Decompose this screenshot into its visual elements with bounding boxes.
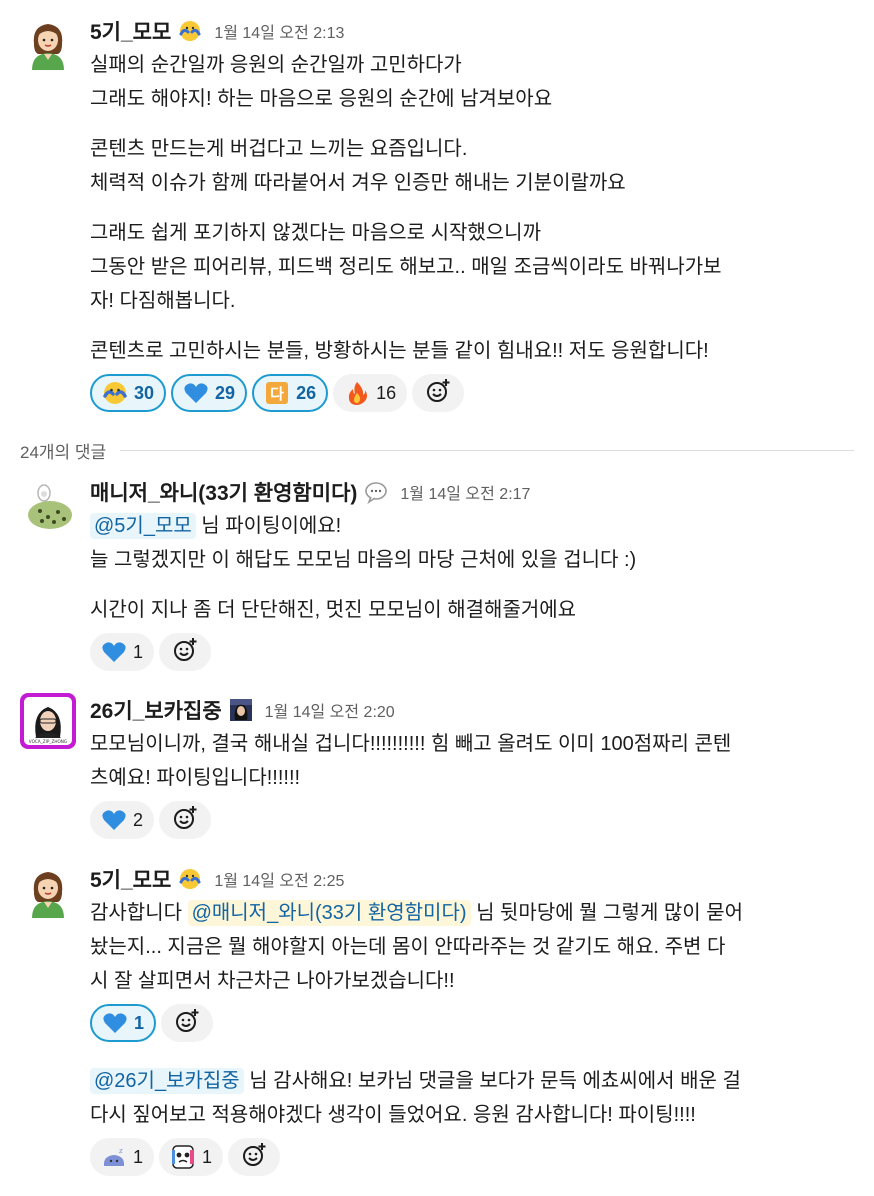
message-text: 감사합니다 @매니저_와니(33기 환영함미다) 님 뒷마당에 뭘 그렇게 많이… [90,896,854,998]
reply-count-divider: 24개의 댓글 [20,438,854,462]
message-line: 츠예요! 파이팅입니다!!!!!! [90,767,301,789]
message-text-span: 감사합니다 [90,902,188,924]
message-line: 모모님이니까, 결국 해내실 겁니다!!!!!!!!!! 힘 빼고 올려도 이미… [90,733,732,755]
author-name[interactable]: 매니저_와니(33기 환영함미다) [90,477,357,507]
timestamp[interactable]: 1월 14일 오전 2:17 [400,480,530,504]
reaction-blue-heart[interactable]: 29 [171,374,248,412]
hug-face-emoji-icon [102,380,128,406]
avatar[interactable] [20,862,76,918]
message-text: 실패의 순간일까 응원의 순간일까 고민하다가 그래도 해야지! 하는 마음으로… [90,48,854,368]
reaction-count: 1 [133,1146,144,1167]
message-text-span: 님 감사해요! 보카님 댓글을 보다가 문득 에쵸씨에서 배운 걸 [243,1070,741,1092]
add-reaction-icon [425,378,451,409]
user-mention[interactable]: @5기_모모 [90,513,196,539]
avatar[interactable]: VOCA_ZIP_ZHONG [20,693,76,749]
message-text: @26기_보카집중 님 감사해요! 보카님 댓글을 보다가 문득 에쵸씨에서 배… [90,1064,854,1132]
thread-view: 5기_모모 1월 14일 오전 2:13 실패의 순간일까 응원의 순간일까 고… [0,0,874,1196]
reaction-count: 1 [202,1146,213,1167]
reaction-bar: 2 [90,801,854,839]
sleepy-blob-emoji-icon: z [101,1144,127,1170]
message-text-span: 님 파이팅이에요! [195,515,342,537]
add-reaction-button[interactable] [159,801,212,839]
message-text: @5기_모모 님 파이팅이에요! 늘 그렇겠지만 이 해답도 모모님 마음의 마… [90,509,854,627]
author-name[interactable]: 26기_보카집중 [90,695,222,725]
reaction-bar: 30 29 다 26 16 [90,374,854,412]
da-letter-emoji-icon: 다 [264,380,290,406]
reaction-blue-heart[interactable]: 2 [90,801,155,839]
reaction-sleepy-blob[interactable]: z 1 [90,1138,155,1176]
reaction-count: 16 [376,382,397,403]
blue-heart-emoji-icon [101,807,127,833]
blue-heart-emoji-icon [183,380,209,406]
divider-line [120,449,854,451]
add-reaction-button[interactable] [159,633,212,671]
message-line: 시 잘 살피면서 차근차근 나아가보겠습니다!! [90,970,455,992]
add-reaction-icon [172,637,198,668]
reaction-count: 2 [133,809,144,830]
user-mention[interactable]: @26기_보카집중 [90,1068,244,1094]
message-line: 실패의 순간일까 응원의 순간일까 고민하다가 [90,54,462,76]
reaction-hug-face[interactable]: 30 [90,374,167,412]
message-line: 그동안 받은 피어리뷰, 피드백 정리도 해보고.. 매일 조금씩이라도 바꿔나… [90,256,722,278]
add-reaction-button[interactable] [161,1004,214,1042]
author-name[interactable]: 5기_모모 [90,16,171,46]
message-text: 모모님이니까, 결국 해내실 겁니다!!!!!!!!!! 힘 빼고 올려도 이미… [90,727,854,795]
message-line: 콘텐츠 만드는게 버겁다고 느끼는 요즘입니다. [90,138,468,160]
svg-text:z: z [119,1147,123,1155]
message-line: 그래도 해야지! 하는 마음으로 응원의 순간에 남겨보아요 [90,88,553,110]
message-line: 체력적 이슈가 함께 따라붙어서 겨우 인증만 해내는 기분이랄까요 [90,172,626,194]
reaction-count: 1 [134,1012,145,1033]
avatar[interactable] [20,14,76,70]
message-line: 시간이 지나 좀 더 단단해진, 멋진 모모님이 해결해줄거에요 [90,599,577,621]
reaction-bar: 1 [90,633,854,671]
reaction-blue-heart[interactable]: 1 [90,633,155,671]
reaction-crying-cartoon[interactable]: 1 [159,1138,224,1176]
reply-count-label: 24개의 댓글 [20,442,107,462]
reaction-count: 30 [134,382,155,403]
add-reaction-icon [241,1142,267,1173]
hug-face-status-icon [178,867,202,891]
message-text-span: 님 뒷마당에 뭘 그렇게 많이 묻어 [470,902,744,924]
avatar-caption: VOCA_ZIP_ZHONG [29,739,67,744]
add-reaction-button[interactable] [228,1138,281,1176]
reaction-count: 1 [133,641,144,662]
add-reaction-button[interactable] [412,374,465,412]
timestamp[interactable]: 1월 14일 오전 2:25 [214,867,344,891]
crying-cartoon-emoji-icon [170,1144,196,1170]
timestamp[interactable]: 1월 14일 오전 2:20 [265,698,395,722]
message-line: 콘텐츠로 고민하시는 분들, 방황하시는 분들 같이 힘내요!! 저도 응원합니… [90,340,709,362]
user-mention[interactable]: @매니저_와니(33기 환영함미다) [187,900,471,926]
message-line: 늘 그렇겠지만 이 해답도 모모님 마음의 마당 근처에 있을 겁니다 :) [90,549,637,571]
reaction-fire[interactable]: 16 [333,374,408,412]
blue-heart-emoji-icon [102,1010,128,1036]
add-reaction-icon [174,1008,200,1039]
reaction-bar: z 1 1 [90,1138,854,1176]
avatar[interactable] [20,475,76,531]
profile-photo-status-icon [229,698,253,722]
author-name[interactable]: 5기_모모 [90,864,171,894]
hug-face-status-icon [178,19,202,43]
reaction-count: 26 [296,382,317,403]
timestamp[interactable]: 1월 14일 오전 2:13 [214,19,344,43]
reaction-blue-heart[interactable]: 1 [90,1004,157,1042]
fire-emoji-icon [344,380,370,406]
speech-bubble-status-icon [364,480,388,505]
message-line: 그래도 쉽게 포기하지 않겠다는 마음으로 시작했으니까 [90,222,541,244]
message-line: 놨는지... 지금은 뭘 해야할지 아는데 몸이 안따라주는 것 같기도 해요.… [90,936,726,958]
blue-heart-emoji-icon [101,639,127,665]
svg-text:다: 다 [270,385,284,403]
message-line: 자! 다짐해봅니다. [90,290,236,312]
message-line: 다시 짚어보고 적용해야겠다 생각이 들었어요. 응원 감사합니다! 파이팅!!… [90,1104,696,1126]
reaction-bar: 1 [90,1004,854,1042]
reaction-da-letter[interactable]: 다 26 [252,374,329,412]
add-reaction-icon [172,805,198,836]
reaction-count: 29 [215,382,236,403]
